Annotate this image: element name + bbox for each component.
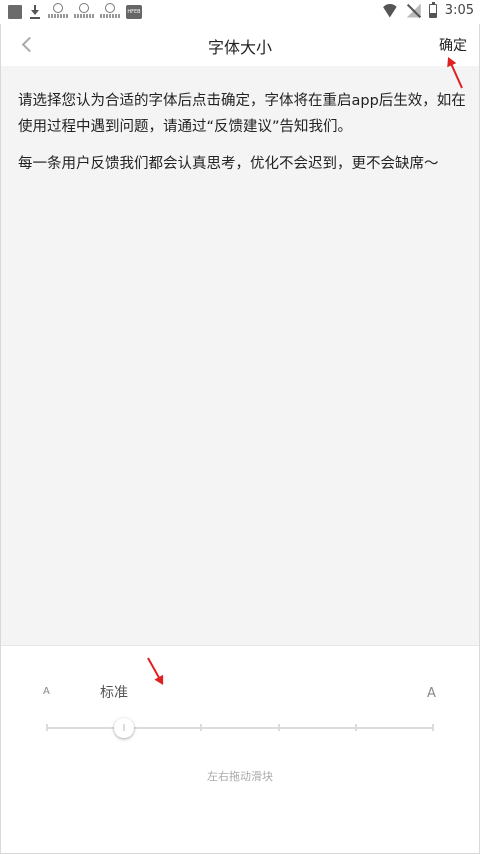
- preview-paragraph-feedback: 每一条用户反馈我们都会认真思考，优化不会迟到，更不会缺席～: [18, 156, 439, 172]
- app-mini-icon: [100, 3, 120, 21]
- status-bar: HFEB 3:05: [0, 0, 480, 24]
- app-mini-icon: [48, 3, 68, 21]
- page-title: 字体大小: [207, 38, 272, 57]
- slider-tick: [200, 724, 203, 731]
- slider-tick: [277, 724, 280, 731]
- small-font-label: A: [43, 686, 50, 697]
- app-badge-icon: HFEB: [126, 5, 142, 19]
- confirm-button[interactable]: 确定: [439, 35, 467, 55]
- font-preview-area: 请选择您认为合适的字体后点击确定，字体将在重启app后生效，如在使用过程中遇到问…: [1, 66, 479, 645]
- preview-paragraph-instructions: 请选择您认为合适的字体后点击确定，字体将在重启app后生效，如在使用过程中遇到问…: [18, 93, 466, 135]
- large-font-label: A: [427, 686, 436, 701]
- status-bar-left-icons: HFEB: [8, 3, 142, 21]
- app-square-icon: [8, 5, 22, 19]
- font-size-slider-track[interactable]: [46, 718, 434, 738]
- status-time: 3:05: [444, 3, 474, 18]
- app-mini-icon: [74, 3, 94, 21]
- top-app-bar: 字体大小 确定: [1, 24, 479, 66]
- slider-tick: [123, 724, 126, 731]
- slider-tick: [46, 724, 48, 731]
- wifi-icon: [381, 4, 399, 18]
- slider-tick: [432, 724, 434, 731]
- download-icon: [28, 4, 42, 20]
- battery-icon: [428, 1, 437, 18]
- slider-hint: 左右拖动滑块: [207, 770, 273, 783]
- font-size-panel: A 标准 A 左右拖动滑块: [1, 645, 479, 853]
- slider-tick: [354, 724, 357, 731]
- no-signal-icon: [407, 4, 421, 18]
- status-bar-right-icons: 3:05: [381, 1, 474, 18]
- current-font-level-label: 标准: [100, 685, 128, 701]
